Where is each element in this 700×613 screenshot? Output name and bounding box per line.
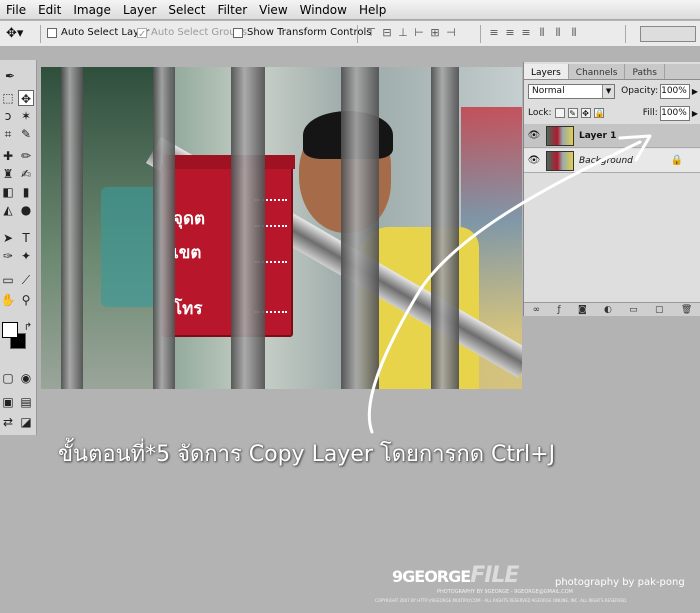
arrow-path (367, 140, 642, 434)
annotation-arrow (367, 134, 652, 434)
watermark-credit: photography by pak-pong (555, 577, 685, 588)
watermark-copyright: COPYRIGHT 2007 BY HTTP://9GEORGE.MULTIPL… (375, 598, 628, 603)
watermark-sub: PHOTOGRAPHY BY 9GEORGE - 9GEORGE@GMAIL.C… (437, 589, 573, 595)
watermark-logo: 9GEORGEFILE (392, 563, 519, 588)
watermark-logo-a: 9GEORGE (392, 567, 471, 586)
watermark-logo-b: FILE (470, 563, 519, 588)
tutorial-caption: ขั้นตอนที่*5 จัดการ Copy Layer โดยการกด … (58, 442, 556, 467)
